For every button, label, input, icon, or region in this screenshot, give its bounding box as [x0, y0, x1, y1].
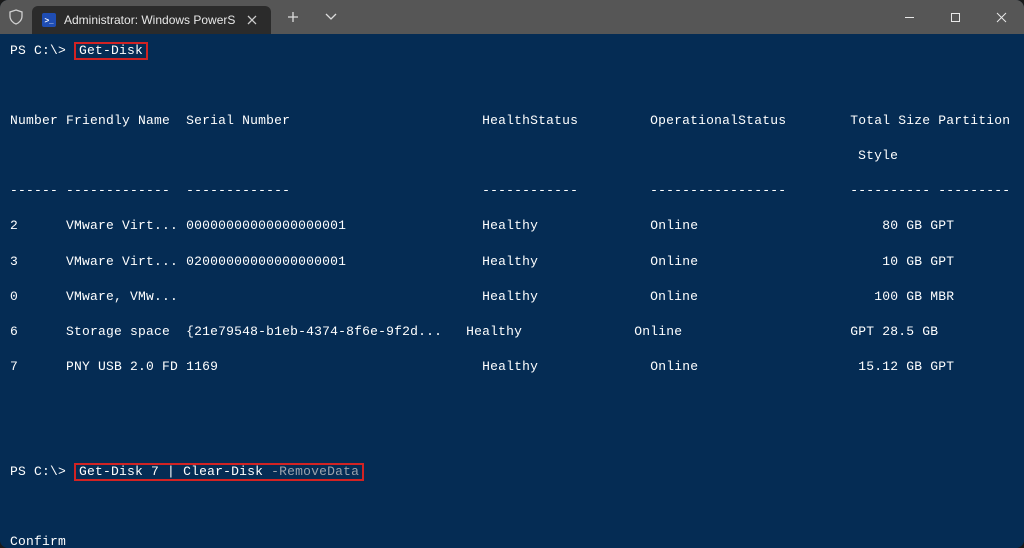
titlebar-drag-region[interactable] [353, 0, 886, 34]
confirm-title: Confirm [10, 534, 66, 548]
prompt: PS C:\> [10, 43, 74, 58]
table-row: 2 VMware Virt... 00000000000000000001 He… [10, 217, 1014, 235]
tab-controls [271, 0, 353, 34]
window-controls [886, 0, 1024, 34]
table-row: 3 VMware Virt... 02000000000000000001 He… [10, 253, 1014, 271]
powershell-icon: >_ [42, 13, 56, 27]
terminal-output[interactable]: PS C:\> Get-Disk Number Friendly Name Se… [0, 34, 1024, 548]
cmd-get-disk: Get-Disk [74, 42, 148, 60]
tab-powershell[interactable]: >_ Administrator: Windows PowerS [32, 6, 271, 34]
powershell-window: >_ Administrator: Windows PowerS [0, 0, 1024, 548]
cmd-clear-disk: Get-Disk 7 | Clear-Disk -RemoveData [74, 463, 364, 481]
new-tab-button[interactable] [279, 3, 307, 31]
minimize-button[interactable] [886, 0, 932, 34]
titlebar[interactable]: >_ Administrator: Windows PowerS [0, 0, 1024, 34]
th-part: Partition [938, 113, 1010, 128]
th-friendly: Friendly Name [66, 113, 170, 128]
close-window-button[interactable] [978, 0, 1024, 34]
tab-dropdown-button[interactable] [317, 3, 345, 31]
admin-shield-icon [0, 0, 32, 34]
table-row: 6 Storage space {21e79548-b1eb-4374-8f6e… [10, 323, 1014, 341]
table-row: 7 PNY USB 2.0 FD 1169 Healthy Online 15.… [10, 358, 1014, 376]
th-part2: Style [858, 148, 898, 163]
th-number: Number [10, 113, 58, 128]
th-health: HealthStatus [482, 113, 578, 128]
table-row: 0 VMware, VMw... Healthy Online 100 GB M… [10, 288, 1014, 306]
th-op: OperationalStatus [650, 113, 786, 128]
tab-title: Administrator: Windows PowerS [64, 13, 235, 27]
th-total: Total Size [850, 113, 930, 128]
th-serial: Serial Number [186, 113, 290, 128]
maximize-button[interactable] [932, 0, 978, 34]
close-tab-button[interactable] [243, 11, 261, 29]
